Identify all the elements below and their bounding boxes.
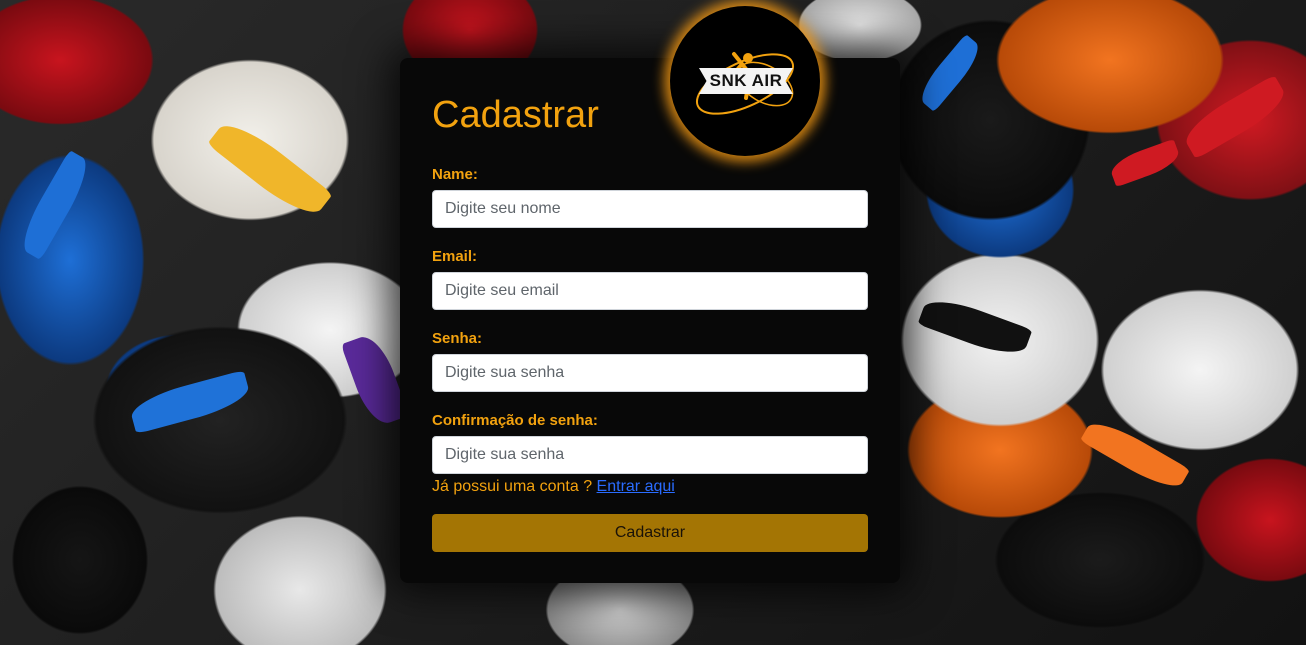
confirm-password-input[interactable]	[432, 436, 868, 474]
login-prompt-text: Já possui uma conta ?	[432, 478, 593, 495]
password-label: Senha:	[432, 330, 483, 347]
page-title: Cadastrar	[432, 94, 599, 136]
brand-logo: SNK AIR	[670, 6, 820, 156]
email-label: Email:	[432, 248, 478, 265]
name-input[interactable]	[432, 190, 868, 228]
logo-text: SNK AIR	[699, 68, 793, 94]
register-button[interactable]: Cadastrar	[432, 514, 868, 552]
register-form: SNK AIR Cadastrar Name: Email: Senha: Co…	[400, 6, 900, 583]
login-link[interactable]: Entrar aqui	[597, 478, 675, 495]
name-label: Name:	[432, 166, 478, 183]
login-prompt: Já possui uma conta ? Entrar aqui	[432, 478, 675, 496]
password-input[interactable]	[432, 354, 868, 392]
confirm-password-label: Confirmação de senha:	[432, 412, 598, 429]
email-input[interactable]	[432, 272, 868, 310]
